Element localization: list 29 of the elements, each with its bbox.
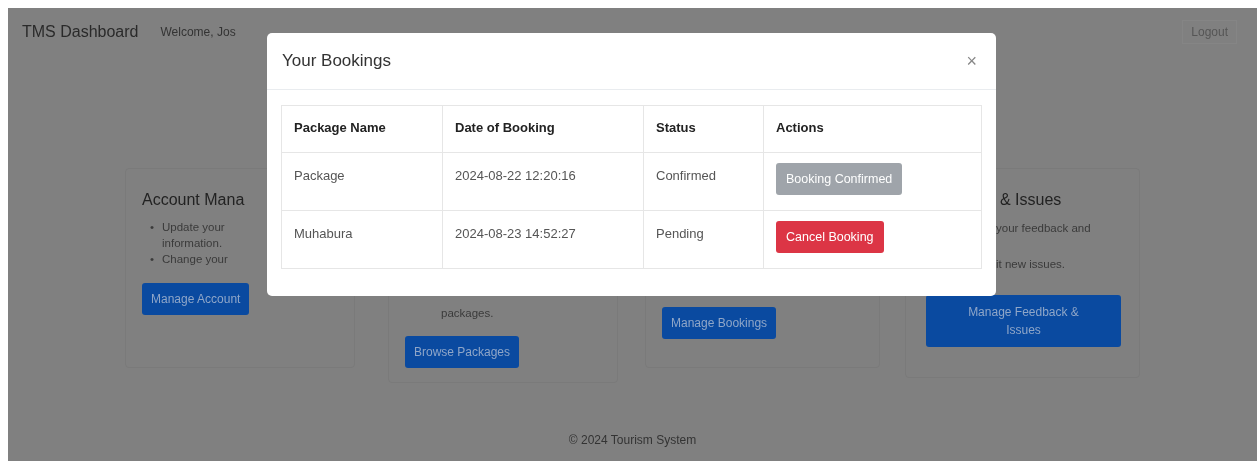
card-text: packages. — [441, 306, 494, 321]
column-header: Package Name — [281, 105, 443, 153]
list-item: Change your — [162, 252, 229, 267]
bullet-marker: • — [150, 252, 156, 267]
table-cell: Package — [281, 152, 443, 211]
card-title: & Issues — [1000, 191, 1062, 209]
brand-title[interactable]: TMS Dashboard — [22, 23, 139, 41]
card-button[interactable]: Manage Account — [142, 283, 250, 315]
list-item: Update your information. — [162, 220, 226, 251]
table-cell: Muhabura — [281, 210, 443, 269]
card-button[interactable]: Browse Packages — [405, 336, 520, 368]
table-cell: 2024-08-22 12:20:16 — [442, 152, 644, 211]
close-button[interactable]: × — [962, 50, 981, 72]
welcome-text: Welcome, Jos — [160, 25, 236, 39]
card-button[interactable]: Manage Feedback & Issues — [926, 295, 1121, 347]
column-header: Date of Booking — [442, 105, 644, 153]
modal-title: Your Bookings — [282, 51, 391, 71]
table-cell: 2024-08-23 14:52:27 — [442, 210, 644, 269]
card-text: it new issues. — [996, 257, 1066, 272]
card-text: your feedback and — [996, 221, 1091, 236]
table-cell: Pending — [643, 210, 764, 269]
footer-text: © 2024 Tourism System — [568, 433, 697, 447]
bullet-marker: • — [150, 220, 156, 235]
column-header: Actions — [763, 105, 982, 153]
card-button[interactable]: Manage Bookings — [662, 307, 777, 339]
cancel-button[interactable]: Cancel Booking — [776, 221, 884, 253]
column-header: Status — [643, 105, 764, 153]
card-title: Account Mana — [142, 191, 245, 209]
table-cell: Confirmed — [643, 152, 764, 211]
